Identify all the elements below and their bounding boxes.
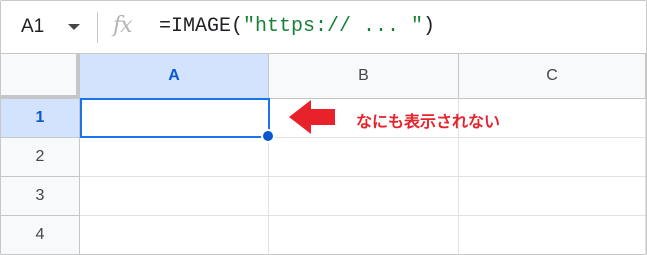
name-box[interactable]: A1: [1, 1, 91, 54]
red-arrow-icon: [289, 100, 335, 134]
cell-a4[interactable]: [80, 216, 269, 254]
cell-c3[interactable]: [459, 177, 646, 216]
formula-url-string: "https:// ... ": [243, 15, 424, 38]
cell-b4[interactable]: [269, 216, 459, 254]
formula-close-paren: ): [423, 15, 436, 38]
cell-c4[interactable]: [459, 216, 646, 254]
annotation-label: なにも表示されない: [356, 112, 501, 131]
cell-a2[interactable]: [80, 138, 269, 177]
spreadsheet-window: A1 fx =IMAGE("https:// ... ") A B C 1 2 …: [0, 0, 647, 255]
formula-bar: A1 fx =IMAGE("https:// ... "): [1, 1, 646, 54]
row-header-4[interactable]: 4: [1, 216, 80, 254]
row-header-3[interactable]: 3: [1, 177, 80, 216]
chevron-down-icon[interactable]: [68, 24, 80, 30]
cell-b3[interactable]: [269, 177, 459, 216]
sheet-grid: A B C 1 2 3 4 なにも表示されない: [1, 54, 646, 254]
select-all-corner[interactable]: [1, 54, 80, 99]
cell-b2[interactable]: [269, 138, 459, 177]
cell-a3[interactable]: [80, 177, 269, 216]
row-header-2[interactable]: 2: [1, 138, 80, 177]
row-header-1[interactable]: 1: [1, 99, 80, 138]
formula-bar-divider: [97, 12, 98, 43]
column-header-c[interactable]: C: [459, 54, 646, 99]
cell-c2[interactable]: [459, 138, 646, 177]
formula-function: =IMAGE(: [159, 15, 244, 38]
cell-reference: A1: [21, 16, 45, 37]
formula-input[interactable]: =IMAGE("https:// ... "): [159, 15, 435, 38]
fx-icon: fx: [113, 13, 133, 38]
column-header-a[interactable]: A: [80, 54, 269, 99]
active-cell-selection[interactable]: [80, 98, 270, 138]
column-header-b[interactable]: B: [269, 54, 459, 99]
fill-handle[interactable]: [261, 129, 275, 143]
